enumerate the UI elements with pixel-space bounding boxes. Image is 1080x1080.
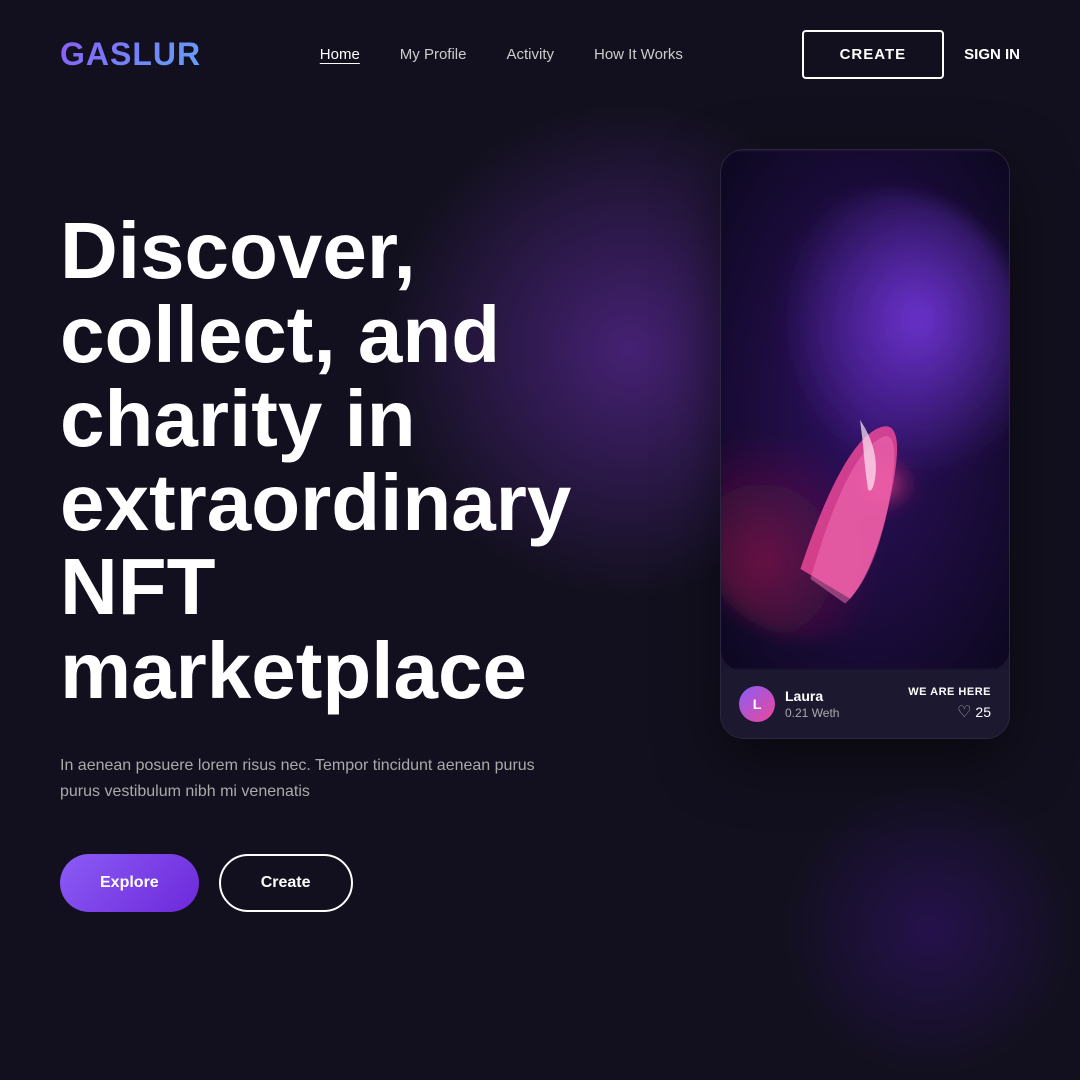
nft-card-image (721, 150, 1009, 670)
create-hero-button[interactable]: Create (219, 854, 353, 912)
header: GASLUR Home My Profile Activity How It W… (0, 0, 1080, 109)
signin-button[interactable]: SIGN IN (964, 46, 1020, 63)
nft-avatar: L (739, 686, 775, 722)
nav-link-profile[interactable]: My Profile (400, 46, 467, 63)
nft-card-info: L Laura 0.21 Weth WE ARE HERE ♡ 25 (721, 670, 1009, 738)
nft-title-label: WE ARE HERE (908, 686, 991, 698)
nft-price: 0.21 Weth (785, 706, 839, 720)
explore-button[interactable]: Explore (60, 854, 199, 912)
nft-card[interactable]: L Laura 0.21 Weth WE ARE HERE ♡ 25 (720, 149, 1010, 739)
logo: GASLUR (60, 36, 201, 73)
nft-card-wrapper: L Laura 0.21 Weth WE ARE HERE ♡ 25 (720, 149, 1020, 739)
nft-user: L Laura 0.21 Weth (739, 686, 839, 722)
nft-likes: WE ARE HERE ♡ 25 (908, 686, 991, 722)
header-actions: CREATE SIGN IN (802, 30, 1020, 79)
main-content: Discover, collect, and charity in extrao… (0, 109, 1080, 912)
likes-number: 25 (975, 704, 991, 720)
main-nav: Home My Profile Activity How It Works (320, 46, 683, 63)
hero-description: In aenean posuere lorem risus nec. Tempo… (60, 753, 540, 804)
hero-title: Discover, collect, and charity in extrao… (60, 209, 630, 713)
nft-user-name: Laura (785, 688, 839, 704)
hero-buttons: Explore Create (60, 854, 720, 912)
create-nav-button[interactable]: CREATE (802, 30, 945, 79)
heart-icon: ♡ (957, 702, 971, 722)
nav-link-home[interactable]: Home (320, 46, 360, 63)
nft-user-details: Laura 0.21 Weth (785, 688, 839, 720)
nav-link-how-it-works[interactable]: How It Works (594, 46, 683, 63)
nav-link-activity[interactable]: Activity (506, 46, 554, 63)
nft-like-count: ♡ 25 (957, 702, 991, 722)
hero-section: Discover, collect, and charity in extrao… (60, 169, 720, 912)
